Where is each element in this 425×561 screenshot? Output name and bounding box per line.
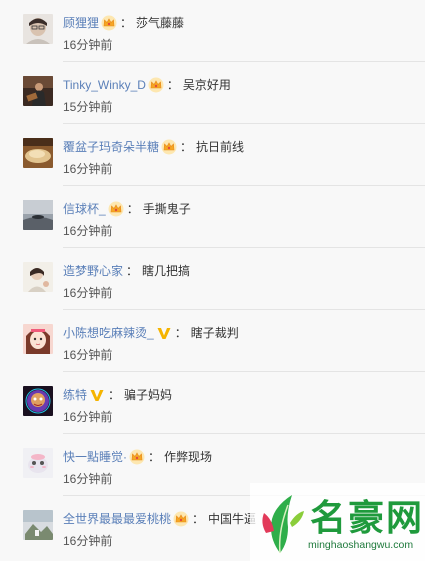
comment-text: 抗日前线 [196,140,245,154]
comment-text: 手撕鬼子 [142,202,191,216]
crown-icon [101,15,117,31]
colon-separator: ： [126,264,139,278]
leaf-logo-icon [262,495,304,554]
user-avatar[interactable] [23,262,53,292]
colon-separator: ： [126,202,139,216]
comment-item: 覆盆子玛奇朵半糖 ： 抗日前线 16分钟前 [0,124,425,186]
crown-icon [173,511,189,527]
colon-separator: ： [148,450,161,464]
comment-item: 顾狸狸 ： 莎气藤藤 16分钟前 [0,0,425,62]
comment-text: 作弊现场 [164,450,213,464]
colon-separator: ： [192,512,205,526]
comment-list-page: 顾狸狸 ： 莎气藤藤 16分钟前 Tinky_Winky_D ： 吴京好用 15… [0,0,425,561]
username-link[interactable]: 练特 [63,385,87,405]
colon-separator: ： [174,326,187,340]
user-avatar[interactable] [23,448,53,478]
colon-separator: ： [180,140,193,154]
comment-time: 16分钟前 [63,38,113,52]
comment-text: 瞎几把搞 [142,264,191,278]
comment-text: 吴京好用 [182,78,231,92]
colon-separator: ： [108,388,121,402]
user-avatar[interactable] [23,200,53,230]
comment-item: Tinky_Winky_D ： 吴京好用 15分钟前 [0,62,425,124]
comment-item: 练特 ： 骗子妈妈 16分钟前 [0,372,425,434]
user-avatar[interactable] [23,14,53,44]
comment-time: 16分钟前 [63,286,113,300]
user-avatar[interactable] [23,324,53,354]
verified-v-icon [156,325,172,341]
colon-separator: ： [166,78,179,92]
crown-icon [148,77,164,93]
verified-v-icon [89,387,105,403]
username-link[interactable]: 造梦野心家 [63,261,123,281]
comment-text: 中国牛逼 [208,512,257,526]
comment-text: 瞎子裁判 [190,326,239,340]
user-avatar[interactable] [23,386,53,416]
comment-item: 信球杯_ ： 手撕鬼子 16分钟前 [0,186,425,248]
user-avatar[interactable] [23,76,53,106]
crown-icon [129,449,145,465]
user-avatar[interactable] [23,510,53,540]
comment-time: 15分钟前 [63,100,113,114]
comment-time: 16分钟前 [63,224,113,238]
watermark-url: minghaoshangwu.com [308,539,414,551]
site-watermark: 名豪网 minghaoshangwu.com [250,483,425,561]
comment-item: 造梦野心家 ： 瞎几把搞 16分钟前 [0,248,425,310]
comment-time: 16分钟前 [63,472,113,486]
username-link[interactable]: 小陈想吃麻辣烫_ [63,323,154,343]
username-link[interactable]: 顾狸狸 [63,13,99,33]
username-link[interactable]: 全世界最最最爱桃桃 [63,509,171,529]
user-avatar[interactable] [23,138,53,168]
crown-icon [108,201,124,217]
watermark-name: 名豪网 [310,498,425,539]
username-link[interactable]: 信球杯_ [63,199,106,219]
colon-separator: ： [120,16,133,30]
crown-icon [161,139,177,155]
comment-text: 莎气藤藤 [136,16,185,30]
comment-text: 骗子妈妈 [124,388,173,402]
comment-time: 16分钟前 [63,348,113,362]
username-link[interactable]: 覆盆子玛奇朵半糖 [63,137,159,157]
comment-time: 16分钟前 [63,534,113,548]
username-link[interactable]: Tinky_Winky_D [63,75,146,95]
username-link[interactable]: 快一點睡觉· [63,447,127,467]
comment-time: 16分钟前 [63,410,113,424]
comment-item: 小陈想吃麻辣烫_ ： 瞎子裁判 16分钟前 [0,310,425,372]
comment-time: 16分钟前 [63,162,113,176]
